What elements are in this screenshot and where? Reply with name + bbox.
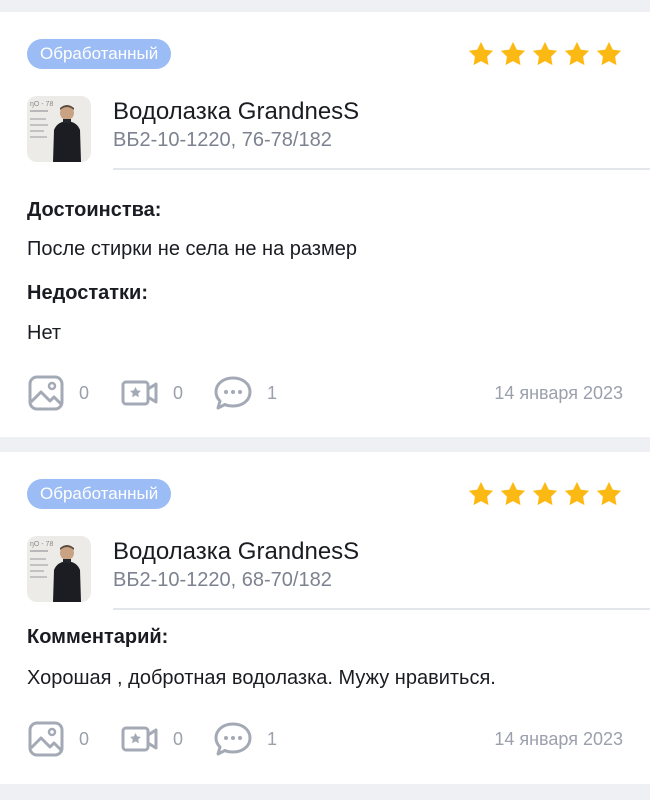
review-meta: 0 0 1 14 января 2023 (27, 720, 623, 758)
comment-count: 1 (267, 382, 278, 403)
star-icon (468, 481, 494, 506)
section-label: Недостатки: (27, 282, 149, 304)
review-card: Обработанный ŋO - 78 Водолазка GrandnesS… (0, 452, 650, 784)
rating-stars (467, 480, 623, 508)
section-text: Нет (27, 322, 62, 344)
videos-button[interactable]: 0 (121, 720, 183, 758)
comment-count: 1 (267, 728, 278, 749)
divider (113, 608, 650, 610)
comment-icon (214, 722, 252, 756)
star-icon (532, 481, 558, 506)
product-variant: ВБ2-10-1220, 76-78/182 (113, 129, 332, 151)
section-text: Хорошая , добротная водолазка. Мужу нрав… (27, 667, 496, 689)
review-meta: 0 0 1 14 января 2023 (27, 374, 623, 412)
star-icon (564, 41, 590, 66)
product-name[interactable]: Водолазка GrandnesS (113, 538, 359, 566)
video-count: 0 (173, 382, 184, 403)
comments-button[interactable]: 1 (213, 374, 277, 412)
video-icon (121, 380, 158, 406)
review-card: Обработанный ŋO - 78 Водолазка GrandnesS… (0, 12, 650, 437)
product-thumbnail[interactable]: ŋO - 78 (27, 536, 91, 602)
section-label: Комментарий: (27, 626, 169, 648)
photo-count: 0 (79, 382, 90, 403)
star-icon (596, 41, 622, 66)
comments-button[interactable]: 1 (213, 720, 277, 758)
review-date: 14 января 2023 (494, 383, 623, 403)
star-icon (500, 41, 526, 66)
product-thumbnail[interactable]: ŋO - 78 (27, 96, 91, 162)
svg-text:ŋO - 78: ŋO - 78 (30, 541, 53, 548)
status-badge: Обработанный (27, 39, 172, 69)
videos-button[interactable]: 0 (121, 374, 183, 412)
star-icon (596, 481, 622, 506)
video-count: 0 (173, 728, 184, 749)
photos-button[interactable]: 0 (27, 720, 89, 758)
section-label: Достоинства: (27, 199, 162, 221)
photo-count: 0 (79, 728, 90, 749)
comment-icon (214, 376, 252, 410)
star-icon (564, 481, 590, 506)
status-badge: Обработанный (27, 479, 172, 509)
section-text: После стирки не села не на размер (27, 238, 357, 260)
star-icon (468, 41, 494, 66)
photo-icon (28, 375, 64, 411)
rating-stars (467, 40, 623, 68)
video-icon (121, 726, 158, 752)
product-variant: ВБ2-10-1220, 68-70/182 (113, 569, 332, 591)
star-icon (500, 481, 526, 506)
photo-icon (28, 721, 64, 757)
svg-text:ŋO - 78: ŋO - 78 (30, 101, 53, 108)
divider (113, 168, 650, 170)
review-date: 14 января 2023 (494, 729, 623, 749)
star-icon (532, 41, 558, 66)
photos-button[interactable]: 0 (27, 374, 89, 412)
product-name[interactable]: Водолазка GrandnesS (113, 98, 359, 126)
